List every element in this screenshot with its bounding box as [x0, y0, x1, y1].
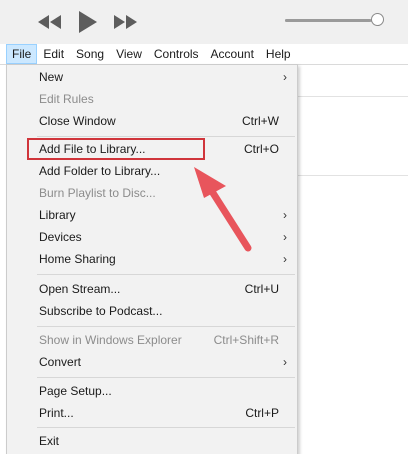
menu-account[interactable]: Account: [205, 44, 260, 64]
play-icon[interactable]: [76, 11, 100, 33]
menu-edit[interactable]: Edit: [37, 44, 70, 64]
menu-item-label: Exit: [39, 434, 60, 448]
menu-item-label: Add Folder to Library...: [39, 164, 161, 178]
menu-item-subscribe-to-podcast[interactable]: Subscribe to Podcast...: [7, 300, 297, 322]
background-divider: [298, 96, 408, 97]
menu-item-print[interactable]: Print... Ctrl+P: [7, 402, 297, 424]
menu-separator: [37, 377, 295, 378]
menu-item-label: Devices: [39, 230, 82, 244]
menu-item-show-in-windows-explorer: Show in Windows Explorer Ctrl+Shift+R: [7, 329, 297, 351]
menu-item-open-stream[interactable]: Open Stream... Ctrl+U: [7, 278, 297, 300]
menu-separator: [37, 427, 295, 428]
volume-level: [285, 19, 371, 22]
menu-item-page-setup[interactable]: Page Setup...: [7, 380, 297, 402]
submenu-chevron-icon: ›: [283, 230, 287, 244]
submenu-chevron-icon: ›: [283, 355, 287, 369]
menu-item-convert[interactable]: Convert ›: [7, 351, 297, 373]
menu-separator: [37, 326, 295, 327]
menu-item-shortcut: Ctrl+O: [243, 142, 279, 156]
fast-forward-icon[interactable]: [112, 11, 138, 33]
menu-item-shortcut: Ctrl+Shift+R: [213, 333, 279, 347]
itunes-window: File Edit Song View Controls Account Help New ›…: [0, 0, 408, 454]
menu-separator: [37, 274, 295, 275]
menu-item-shortcut: Ctrl+P: [245, 406, 279, 420]
menu-song[interactable]: Song: [70, 44, 110, 64]
menu-item-add-folder-to-library[interactable]: Add Folder to Library...: [7, 160, 297, 182]
menu-item-close-window[interactable]: Close Window Ctrl+W: [7, 110, 297, 132]
menu-item-label: Burn Playlist to Disc...: [39, 186, 156, 200]
menu-item-devices[interactable]: Devices ›: [7, 226, 297, 248]
rewind-icon[interactable]: [38, 11, 62, 33]
background-divider: [298, 175, 408, 176]
menu-item-exit[interactable]: Exit: [7, 430, 297, 452]
menu-item-shortcut: Ctrl+U: [244, 282, 279, 296]
volume-slider-handle[interactable]: [371, 13, 384, 26]
menu-item-edit-rules: Edit Rules: [7, 88, 297, 110]
menu-item-burn-playlist-to-disc: Burn Playlist to Disc...: [7, 182, 297, 204]
menu-view[interactable]: View: [110, 44, 148, 64]
menu-item-home-sharing[interactable]: Home Sharing ›: [7, 248, 297, 270]
menu-item-label: Home Sharing: [39, 252, 116, 266]
menu-item-library[interactable]: Library ›: [7, 204, 297, 226]
submenu-chevron-icon: ›: [283, 208, 287, 222]
menu-item-label: New: [39, 70, 64, 84]
menu-controls[interactable]: Controls: [148, 44, 205, 64]
submenu-chevron-icon: ›: [283, 70, 287, 84]
menu-item-label: Print...: [39, 406, 74, 420]
menu-separator: [37, 136, 295, 137]
submenu-chevron-icon: ›: [283, 252, 287, 266]
menu-item-shortcut: Ctrl+W: [242, 114, 279, 128]
menu-item-label: Close Window: [39, 114, 116, 128]
volume-slider[interactable]: [285, 19, 377, 22]
highlight-box: [27, 138, 205, 160]
menu-item-new[interactable]: New ›: [7, 66, 297, 88]
menu-item-label: Library: [39, 208, 76, 222]
menu-item-label: Subscribe to Podcast...: [39, 304, 163, 318]
menu-bar: File Edit Song View Controls Account Help: [0, 44, 408, 65]
player-controls-bar: [0, 0, 408, 44]
file-menu-dropdown: New › Edit Rules Close Window Ctrl+W Add File…: [6, 64, 298, 454]
menu-item-label: Convert: [39, 355, 82, 369]
menu-help[interactable]: Help: [260, 44, 297, 64]
menu-item-label: Show in Windows Explorer: [39, 333, 182, 347]
menu-item-label: Page Setup...: [39, 384, 112, 398]
menu-file[interactable]: File: [6, 44, 38, 64]
menu-item-label: Open Stream...: [39, 282, 121, 296]
menu-item-label: Edit Rules: [39, 92, 94, 106]
